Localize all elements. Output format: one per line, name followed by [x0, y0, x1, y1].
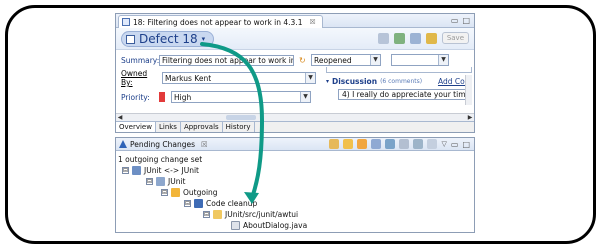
tab-links[interactable]: Links — [156, 122, 181, 132]
discussion-top-border — [326, 67, 472, 73]
work-item-icon — [122, 18, 130, 26]
chevron-down-icon[interactable]: ▾ — [202, 35, 206, 43]
collapse-icon[interactable]: ⊟ — [184, 199, 191, 207]
editor-tab-title: 18: Filtering does not appear to work in… — [133, 17, 303, 27]
chevron-down-icon: ▼ — [305, 73, 315, 83]
tree-item-repository[interactable]: ⊟ JUnit <-> JUnit — [122, 165, 199, 175]
pending-changes-view: Pending Changes ☒ ▽ ▭ □ 1 outgoing chang… — [115, 137, 475, 233]
tree-item-change-set[interactable]: ⊟ Code cleanup — [184, 198, 257, 208]
editor-header: Defect 18 ▾ Save — [116, 28, 474, 50]
discussion-label: Discussion — [332, 77, 378, 86]
tab-overview[interactable]: Overview — [116, 122, 156, 132]
owned-by-value: Markus Kent — [165, 73, 212, 83]
edit-icon[interactable] — [409, 32, 421, 44]
tree-item-label: Outgoing — [183, 187, 218, 197]
view-menu-icon[interactable]: ▽ — [441, 140, 446, 148]
deliver-icon[interactable] — [357, 139, 368, 149]
tree-item-file[interactable]: AboutDialog.java — [231, 220, 307, 230]
status-value: Reopened — [314, 55, 352, 65]
tree-item-label: JUnit <-> JUnit — [144, 165, 200, 175]
refresh-icon[interactable] — [329, 139, 340, 149]
scroll-right-icon[interactable]: ▶ — [466, 114, 474, 121]
minimize-icon[interactable]: ▭ — [451, 140, 459, 149]
vertical-scrollbar[interactable] — [465, 75, 472, 105]
priority-row: Priority: High ▼ — [121, 91, 321, 103]
tab-history[interactable]: History — [223, 122, 255, 132]
summary-row: Summary:* Filtering does not appear to w… — [121, 54, 471, 66]
tree-item-label: Code cleanup — [206, 198, 258, 208]
outgoing-icon — [171, 187, 180, 197]
horizontal-scrollbar[interactable]: ◀ ▶ — [116, 113, 474, 121]
chevron-down-icon: ▼ — [438, 55, 448, 65]
chevron-down-icon: ▼ — [300, 92, 310, 102]
collapse-icon[interactable]: ⊟ — [122, 166, 129, 174]
pending-summary: 1 outgoing change set — [118, 154, 202, 164]
tree-item-label: JUnit/src/junit/awtui — [225, 209, 299, 219]
pending-changes-titlebar: Pending Changes ☒ ▽ ▭ □ — [116, 138, 474, 151]
defect-heading[interactable]: Defect 18 ▾ — [121, 31, 215, 47]
close-icon[interactable]: ☒ — [201, 140, 208, 149]
collapse-all-icon[interactable] — [371, 139, 382, 149]
minimize-icon[interactable]: ▭ — [451, 16, 459, 25]
repository-icon — [132, 165, 141, 175]
pending-changes-title[interactable]: Pending Changes — [130, 140, 195, 149]
tab-approvals[interactable]: Approvals — [181, 122, 223, 132]
owned-by-select[interactable]: Markus Kent ▼ — [162, 72, 316, 84]
summary-label: Summary:* — [121, 55, 163, 65]
folder-icon — [213, 209, 222, 219]
tree-item-folder[interactable]: ⊟ JUnit/src/junit/awtui — [203, 209, 298, 219]
discussion-header: ▾ Discussion (6 comments) Add Com — [326, 77, 472, 86]
maximize-icon[interactable]: □ — [462, 16, 470, 25]
pending-changes-icon — [119, 140, 127, 148]
priority-value: High — [174, 92, 192, 102]
discussion-count: (6 comments) — [380, 78, 423, 85]
resolution-select[interactable]: ▼ — [391, 54, 449, 66]
accept-icon[interactable] — [343, 139, 354, 149]
component-icon — [156, 176, 165, 186]
tree-item-label: JUnit — [168, 176, 186, 186]
discussion-section: ▾ Discussion (6 comments) Add Com 4) I r… — [326, 67, 472, 107]
owned-by-label[interactable]: Owned By: — [121, 69, 159, 87]
scroll-left-icon[interactable]: ◀ — [116, 114, 124, 121]
chevron-down-icon: ▼ — [370, 55, 380, 65]
work-item-editor: 18: Filtering does not appear to work in… — [115, 13, 475, 133]
defect-icon — [126, 34, 135, 44]
tree-item-label: AboutDialog.java — [243, 220, 308, 230]
priority-label: Priority: — [121, 92, 150, 102]
comment-preview: 4) I really do appreciate your time — [338, 89, 472, 100]
scroll-thumb[interactable] — [226, 115, 256, 120]
editor-toolbar: Save — [377, 32, 469, 44]
settings-icon[interactable] — [413, 139, 424, 149]
defect-title: Defect 18 — [139, 32, 198, 46]
pending-summary-text: 1 outgoing change set — [118, 154, 203, 164]
pending-toolbar: ▽ ▭ □ — [329, 139, 470, 149]
priority-select[interactable]: High ▼ — [171, 91, 311, 103]
editor-tab[interactable]: 18: Filtering does not appear to work in… — [118, 15, 323, 28]
close-icon[interactable]: ☒ — [309, 18, 315, 26]
status-select[interactable]: Reopened ▼ — [311, 54, 381, 66]
priority-flag-icon — [159, 92, 165, 102]
summary-input[interactable]: Filtering does not appear to work in 4.3 — [159, 54, 294, 66]
collapse-icon[interactable]: ⊟ — [161, 188, 168, 196]
change-set-icon — [194, 198, 203, 208]
save-button[interactable]: Save — [441, 32, 469, 44]
editor-tabbar: 18: Filtering does not appear to work in… — [116, 14, 474, 28]
editor-bottom-tabs: Overview Links Approvals History — [116, 121, 474, 132]
filter-icon[interactable] — [399, 139, 410, 149]
status-icon: ↻ — [299, 55, 306, 65]
window-controls: ▭ □ — [451, 16, 470, 25]
link-icon[interactable] — [393, 32, 405, 44]
collapse-icon[interactable]: ⊟ — [146, 177, 153, 185]
copy-icon[interactable] — [377, 32, 389, 44]
owned-by-row: Owned By: Markus Kent ▼ — [121, 69, 321, 87]
java-file-icon — [231, 220, 240, 230]
more-icon[interactable] — [427, 139, 438, 149]
collapse-icon[interactable]: ▾ — [326, 78, 329, 85]
maximize-icon[interactable]: □ — [462, 140, 470, 149]
tree-item-component[interactable]: ⊟ JUnit — [146, 176, 185, 186]
tree-item-outgoing[interactable]: ⊟ Outgoing — [161, 187, 218, 197]
collapse-icon[interactable]: ⊟ — [203, 210, 210, 218]
expand-all-icon[interactable] — [385, 139, 396, 149]
refresh-icon[interactable] — [425, 32, 437, 44]
